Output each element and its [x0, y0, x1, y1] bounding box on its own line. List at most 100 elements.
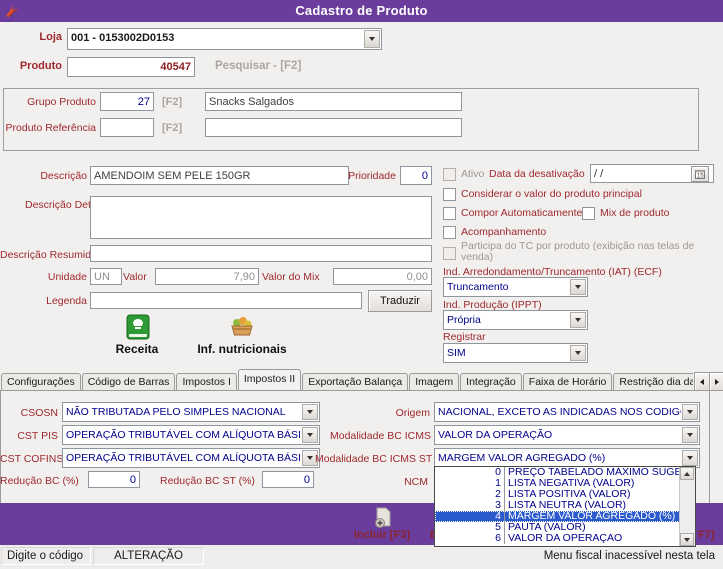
chevron-down-icon: [575, 318, 581, 322]
modalidade-bc-icms-select[interactable]: VALOR DA OPERAÇÃO: [434, 425, 700, 445]
list-item[interactable]: 6 VALOR DA OPERAÇÃO: [435, 533, 680, 544]
option-text: PAUTA (VALOR): [508, 522, 586, 533]
grupo-produto-label: Grupo Produto: [27, 96, 96, 108]
registrar-select[interactable]: SIM: [443, 343, 588, 363]
ippt-select[interactable]: Própria: [443, 310, 588, 330]
modalidade-bc-icms-st-select[interactable]: MARGEM VALOR AGREGADO (%): [434, 448, 700, 468]
tab-integracao[interactable]: Integração: [460, 373, 522, 390]
csosn-dropdown-button[interactable]: [302, 404, 318, 420]
scroll-down-button[interactable]: [680, 533, 694, 546]
registrar-dropdown-button[interactable]: [570, 345, 586, 361]
scroll-up-button[interactable]: [680, 467, 694, 480]
unidade-label: Unidade: [47, 271, 87, 283]
considerar-valor-checkbox[interactable]: [443, 188, 456, 201]
referencia-f2-hint: [F2]: [162, 122, 183, 134]
status-mode: ALTERAÇÃO: [93, 547, 204, 565]
tab-imagem[interactable]: Imagem: [409, 373, 460, 390]
list-item[interactable]: 2 LISTA POSITIVA (VALOR): [435, 489, 680, 500]
list-item-selected[interactable]: 4 MARGEM VALOR AGREGADO (%): [435, 511, 680, 522]
reducao-bc-st-field[interactable]: 0: [262, 471, 314, 488]
tab-impostos-2[interactable]: Impostos II: [237, 369, 302, 390]
grupo-produto-nome-field[interactable]: Snacks Salgados: [205, 92, 462, 111]
option-text: LISTA POSITIVA (VALOR): [508, 489, 631, 500]
valor-field: 7,90: [155, 268, 259, 285]
tab-impostos-1[interactable]: Impostos I: [176, 373, 237, 390]
tab-scroll-right-button[interactable]: [709, 372, 723, 391]
tab-configuracoes[interactable]: Configurações: [1, 373, 81, 390]
descricao-field[interactable]: AMENDOIM SEM PELE 150GR: [90, 166, 349, 185]
chevron-down-icon: [687, 433, 693, 437]
cst-cofins-select[interactable]: OPERAÇÃO TRIBUTÁVEL COM ALÍQUOTA BÁSICA: [62, 448, 320, 468]
fruit-basket-icon[interactable]: [228, 317, 256, 337]
chevron-down-icon: [307, 456, 313, 460]
chevron-down-icon: [575, 285, 581, 289]
unidade-field: UN: [90, 268, 122, 285]
list-item[interactable]: 1 LISTA NEGATIVA (VALOR): [435, 478, 680, 489]
reducao-bc-field[interactable]: 0: [88, 471, 140, 488]
csosn-select[interactable]: NÃO TRIBUTADA PELO SIMPLES NACIONAL: [62, 402, 320, 422]
list-item[interactable]: 0PREÇO TABELADO MÁXIMO SUGERIDO: [435, 467, 680, 478]
tab-scroll-left-button[interactable]: [694, 372, 710, 391]
recipe-book-icon[interactable]: [126, 314, 150, 340]
origem-dropdown-button[interactable]: [682, 404, 698, 420]
csosn-value: NÃO TRIBUTADA PELO SIMPLES NACIONAL: [66, 406, 286, 418]
f7-button-partial[interactable]: F7]: [698, 529, 715, 541]
produto-referencia-label: Produto Referência: [5, 122, 96, 134]
compor-automaticamente-checkbox[interactable]: [443, 207, 456, 220]
modalidade-bc-icms-dropdown-button[interactable]: [682, 427, 698, 443]
cst-pis-select[interactable]: OPERAÇÃO TRIBUTÁVEL COM ALÍQUOTA BÁSICA: [62, 425, 320, 445]
cst-cofins-value: OPERAÇÃO TRIBUTÁVEL COM ALÍQUOTA BÁSICA: [66, 452, 301, 464]
participa-tc-checkbox: [443, 247, 456, 260]
csosn-label: CSOSN: [20, 407, 58, 419]
window-title: Cadastro de Produto: [295, 3, 428, 18]
add-document-icon[interactable]: [373, 507, 393, 529]
chevron-down-icon: [684, 537, 690, 542]
cst-pis-label: CST PIS: [17, 430, 58, 442]
list-item[interactable]: 3 LISTA NEUTRA (VALOR): [435, 500, 680, 511]
tab-exportacao-balanca[interactable]: Exportação Balança: [302, 373, 409, 390]
grupo-produto-codigo-field[interactable]: 27: [100, 92, 154, 111]
loja-select[interactable]: 001 - 0153002D0153: [67, 28, 382, 50]
compor-automaticamente-label: Compor Automaticamente: [461, 207, 583, 219]
cst-pis-dropdown-button[interactable]: [302, 427, 318, 443]
origem-select[interactable]: NACIONAL, EXCETO AS INDICADAS NOS CODIGO…: [434, 402, 700, 422]
produto-codigo-field[interactable]: 40547: [67, 57, 195, 77]
list-scrollbar[interactable]: [679, 467, 695, 546]
tab-faixa-de-horario[interactable]: Faixa de Horário: [522, 373, 613, 390]
chevron-left-icon: [700, 378, 704, 385]
traduzir-button[interactable]: Traduzir: [368, 290, 432, 312]
modalidade-bc-icms-st-dropdown-list: 0PREÇO TABELADO MÁXIMO SUGERIDO 1LISTA N…: [434, 466, 696, 547]
ativo-checkbox: [443, 168, 456, 181]
legenda-field[interactable]: [90, 292, 362, 309]
list-item[interactable]: 5 PAUTA (VALOR): [435, 522, 680, 533]
receita-button[interactable]: Receita: [96, 342, 178, 356]
tab-strip: Configurações Código de Barras Impostos …: [1, 369, 693, 390]
chevron-up-icon: [684, 471, 690, 476]
descricao-resumida-field[interactable]: [90, 245, 432, 262]
participa-tc-label: Participa do TC por produto (exibição na…: [461, 240, 695, 263]
tab-codigo-de-barras[interactable]: Código de Barras: [81, 373, 176, 390]
loja-dropdown-button[interactable]: [364, 30, 380, 48]
mix-de-produto-label: Mix de produto: [600, 207, 670, 219]
descricao-detalhada-textarea[interactable]: [90, 196, 432, 239]
acompanhamento-checkbox[interactable]: [443, 226, 456, 239]
inf-nutricionais-button[interactable]: Inf. nutricionais: [188, 342, 296, 356]
acompanhamento-label: Acompanhamento: [461, 226, 547, 238]
produto-referencia-codigo-field[interactable]: [100, 118, 154, 137]
registrar-label: Registrar: [443, 331, 486, 343]
tab-restricao-dia-da-semana[interactable]: Restrição dia da semana: [613, 373, 693, 390]
status-prompt: Digite o código: [1, 547, 91, 565]
incluir-button[interactable]: Incluir [F3]: [338, 529, 426, 541]
ippt-dropdown-button[interactable]: [570, 312, 586, 328]
iat-select[interactable]: Truncamento: [443, 277, 588, 297]
produto-referencia-nome-field[interactable]: [205, 118, 462, 137]
calendar-icon[interactable]: 15: [691, 166, 709, 182]
prioridade-field[interactable]: 0: [400, 166, 432, 185]
data-desativacao-label: Data da desativação: [489, 168, 585, 180]
chevron-down-icon: [687, 410, 693, 414]
mix-de-produto-checkbox[interactable]: [582, 207, 595, 220]
cadastro-produto-window: Cadastro de Produto Loja 001 - 0153002D0…: [0, 0, 723, 569]
modalidade-bc-icms-value: VALOR DA OPERAÇÃO: [438, 429, 553, 441]
modalidade-bc-icms-st-dropdown-button[interactable]: [682, 450, 698, 466]
iat-dropdown-button[interactable]: [570, 279, 586, 295]
